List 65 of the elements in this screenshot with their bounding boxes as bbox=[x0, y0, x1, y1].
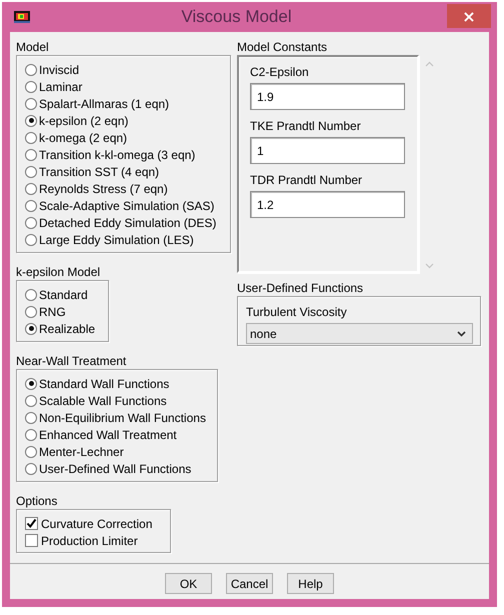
radio-button[interactable] bbox=[25, 462, 37, 474]
group-label: Model Constants bbox=[237, 40, 328, 55]
field-label: TDR Prandtl Number bbox=[250, 173, 364, 188]
radio-label[interactable]: Standard Wall Functions bbox=[39, 376, 170, 390]
radio-label[interactable]: Standard bbox=[39, 288, 88, 302]
radio-button[interactable] bbox=[25, 394, 37, 406]
radio-label[interactable]: Inviscid bbox=[39, 62, 80, 76]
dialog-button[interactable]: Help bbox=[287, 573, 334, 594]
radio-button[interactable] bbox=[25, 114, 37, 126]
radio-button[interactable] bbox=[25, 80, 37, 92]
group-label: Near-Wall Treatment bbox=[16, 354, 126, 369]
radio-button[interactable] bbox=[25, 132, 37, 144]
group-label: Model bbox=[16, 40, 49, 55]
checkbox-label[interactable]: Curvature Correction bbox=[41, 516, 152, 530]
dialog-button[interactable]: OK bbox=[165, 573, 212, 594]
radio-button[interactable] bbox=[25, 216, 37, 228]
field-label: C2-Epsilon bbox=[250, 65, 310, 80]
checkbox[interactable] bbox=[25, 534, 38, 547]
radio-label[interactable]: Laminar bbox=[39, 80, 82, 94]
radio-button[interactable] bbox=[25, 288, 37, 300]
close-button[interactable]: × bbox=[447, 4, 491, 28]
input-field[interactable]: 1.2 bbox=[250, 191, 405, 218]
radio-label[interactable]: RNG bbox=[39, 304, 66, 318]
radio-label[interactable]: Transition k-kl-omega (3 eqn) bbox=[39, 148, 196, 162]
radio-label[interactable]: Detached Eddy Simulation (DES) bbox=[39, 216, 216, 230]
radio-button[interactable] bbox=[25, 234, 37, 246]
radio-label[interactable]: Scale-Adaptive Simulation (SAS) bbox=[39, 198, 214, 212]
radio-label[interactable]: Scalable Wall Functions bbox=[39, 394, 167, 408]
caret-icon bbox=[457, 330, 466, 336]
group-label: k-epsilon Model bbox=[16, 265, 100, 280]
app-icon bbox=[14, 11, 30, 23]
radio-label[interactable]: Menter-Lechner bbox=[39, 444, 124, 458]
field-label: Turbulent Viscosity bbox=[246, 305, 348, 320]
window-title: Viscous Model bbox=[180, 7, 293, 27]
radio-button[interactable] bbox=[25, 428, 37, 440]
radio-label[interactable]: Large Eddy Simulation (LES) bbox=[39, 232, 194, 246]
radio-button[interactable] bbox=[25, 166, 37, 178]
radio-button[interactable] bbox=[25, 378, 37, 390]
radio-label[interactable]: User-Defined Wall Functions bbox=[39, 462, 192, 476]
radio-label[interactable]: Reynolds Stress (7 eqn) bbox=[39, 182, 168, 196]
radio-button[interactable] bbox=[25, 412, 37, 424]
input-field[interactable]: 1 bbox=[250, 137, 405, 164]
radio-label[interactable]: k-omega (2 eqn) bbox=[39, 130, 128, 144]
field-label: TKE Prandtl Number bbox=[250, 119, 362, 134]
radio-button[interactable] bbox=[25, 306, 37, 318]
radio-button[interactable] bbox=[25, 98, 37, 110]
group-label: Options bbox=[16, 494, 58, 509]
dialog-button[interactable]: Cancel bbox=[226, 573, 273, 594]
checkbox[interactable] bbox=[25, 517, 38, 530]
radio-button[interactable] bbox=[25, 200, 37, 212]
radio-button[interactable] bbox=[25, 148, 37, 160]
radio-button[interactable] bbox=[25, 322, 37, 334]
radio-label[interactable]: Enhanced Wall Treatment bbox=[39, 428, 177, 442]
radio-label[interactable]: Realizable bbox=[39, 322, 96, 336]
dropdown[interactable]: none bbox=[246, 323, 473, 344]
radio-label[interactable]: Spalart-Allmaras (1 eqn) bbox=[39, 96, 170, 110]
radio-label[interactable]: Non-Equilibrium Wall Functions bbox=[39, 410, 206, 424]
input-field[interactable]: 1.9 bbox=[250, 83, 405, 110]
radio-label[interactable]: k-epsilon (2 eqn) bbox=[39, 114, 128, 128]
radio-button[interactable] bbox=[25, 182, 37, 194]
radio-label[interactable]: Transition SST (4 eqn) bbox=[39, 164, 160, 178]
radio-button[interactable] bbox=[25, 446, 37, 458]
checkbox-label[interactable]: Production Limiter bbox=[41, 534, 138, 548]
radio-button[interactable] bbox=[25, 64, 37, 76]
group-label: User-Defined Functions bbox=[237, 281, 364, 296]
